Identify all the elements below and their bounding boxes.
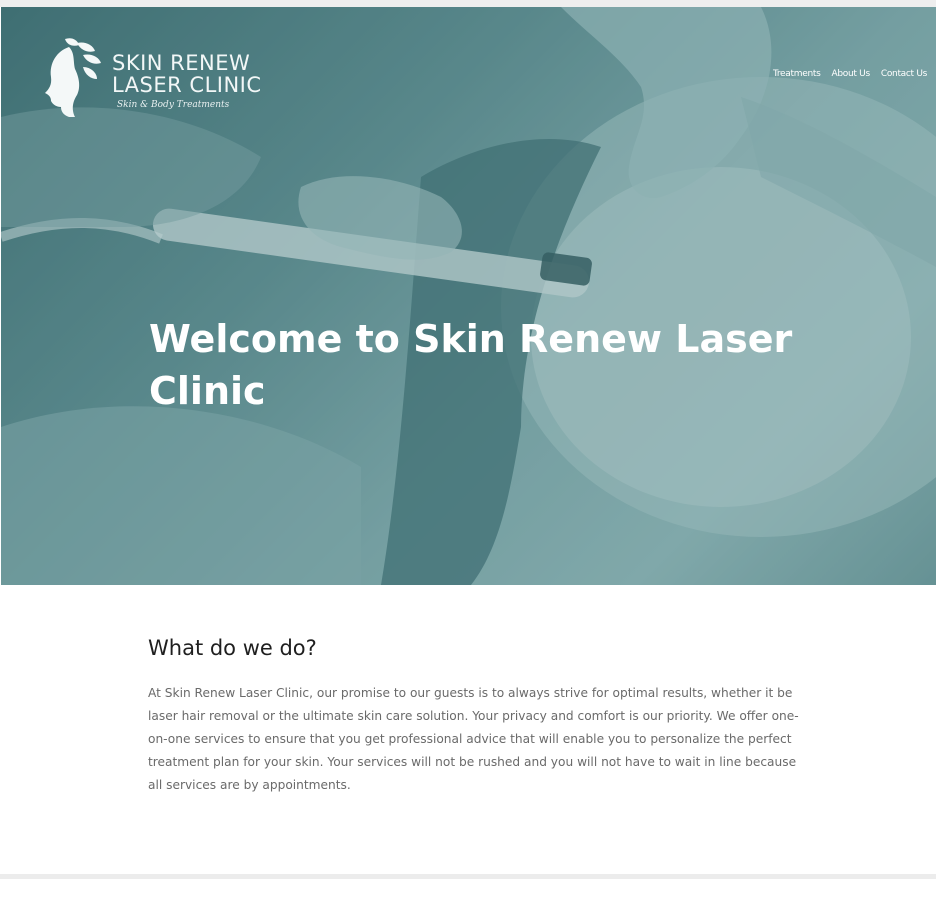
logo-line-1: SKIN RENEW — [112, 51, 251, 75]
clinic-logo[interactable]: SKIN RENEW LASER CLINIC Skin & Body Trea… — [39, 37, 289, 119]
hero-title: Welcome to Skin Renew Laser Clinic — [149, 317, 793, 413]
nav-item-contact-us[interactable]: Contact Us — [881, 69, 927, 79]
divider — [0, 874, 936, 879]
main-nav: Treatments About Us Contact Us — [773, 69, 927, 79]
section-body: At Skin Renew Laser Clinic, our promise … — [148, 686, 799, 792]
logo-line-2: LASER CLINIC — [112, 73, 262, 97]
section-title: What do we do? — [148, 636, 317, 660]
nav-item-about-us[interactable]: About Us — [831, 69, 870, 79]
nav-item-treatments[interactable]: Treatments — [773, 69, 821, 79]
woman-profile-leaves-icon — [45, 38, 101, 117]
top-strip — [0, 0, 936, 7]
hero-banner: SKIN RENEW LASER CLINIC Skin & Body Trea… — [1, 7, 936, 585]
logo-tagline: Skin & Body Treatments — [117, 100, 230, 110]
